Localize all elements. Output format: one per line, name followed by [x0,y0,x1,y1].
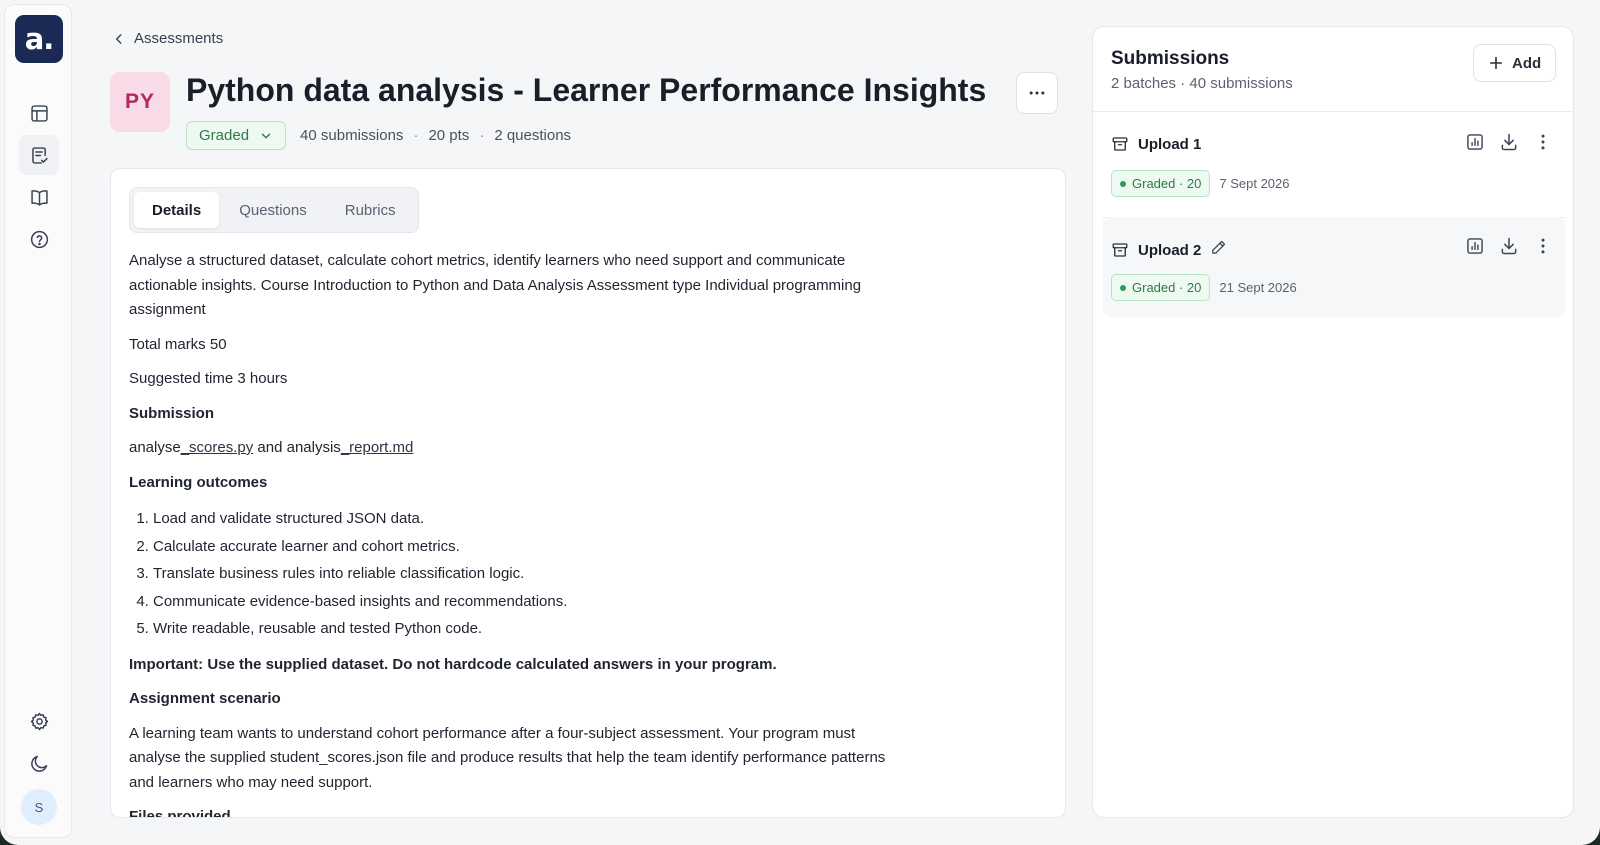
assessment-meta: Graded 40 submissions · 20 pts · 2 quest… [186,121,571,150]
analytics-button[interactable] [1465,132,1485,152]
status-dropdown[interactable]: Graded [186,121,287,150]
submission-text: analyse [129,439,181,456]
chevron-left-icon [115,33,122,44]
status-dot [1120,180,1126,187]
list-item: Calculate accurate learner and cohort me… [153,533,909,561]
status-badge: Graded · 20 [1111,170,1211,197]
batch-actions [1465,236,1553,256]
nav-library[interactable] [19,177,59,217]
batch-header: Upload 1 [1111,135,1201,153]
dashboard-icon [30,104,48,122]
download-button[interactable] [1499,236,1519,256]
course-badge: PY [110,72,170,132]
status-badge-label: Graded · 20 [1132,176,1202,191]
download-icon [1501,133,1517,151]
nav-assessments[interactable] [19,135,59,175]
status-label: Graded [199,127,250,144]
add-submission-button[interactable]: Add [1473,44,1557,82]
breadcrumb[interactable]: Assessments [112,30,223,47]
nav-dashboard[interactable] [19,93,59,133]
download-icon [1501,237,1517,255]
settings-icon [30,712,48,730]
scenario-heading: Assignment scenario [129,690,281,707]
app-window: a. S Assessments PY Python data analysis… [0,0,1600,845]
list-item: Communicate evidence-based insights and … [153,588,909,616]
important-note: Important: Use the supplied dataset. Do … [129,655,777,673]
question-count: 2 questions [494,127,572,144]
status-badge: Graded · 20 [1111,274,1211,301]
batch-actions [1465,132,1553,152]
add-label: Add [1512,54,1542,72]
details-card: Details Questions Rubrics Analyse a stru… [110,168,1066,818]
more-horizontal-icon [1029,91,1045,95]
outcomes-list: Load and validate structured JSON data. … [129,505,909,643]
submission-heading: Submission [129,404,215,422]
plus-icon [1489,56,1503,70]
tab-details[interactable]: Details [134,192,220,228]
book-icon [30,189,48,206]
file-link-report[interactable]: _report.md [341,439,414,456]
more-options-button[interactable] [1016,72,1058,114]
more-vertical-icon [1541,134,1545,150]
batch-item[interactable]: Upload 2 Graded · 20 21 Sept 2026 [1103,217,1565,317]
chart-icon [1467,238,1483,254]
separator: · [479,127,485,144]
divider [1093,111,1573,112]
files-heading: Files provided [129,808,231,818]
tab-bar: Details Questions Rubrics [129,187,419,233]
batch-name: Upload 1 [1138,135,1202,153]
submissions-subtitle: 2 batches · 40 submissions [1111,75,1293,92]
file-link-scores[interactable]: _scores.py [181,439,254,456]
batch-name: Upload 2 [1138,241,1202,259]
submission-text: and analysis [253,439,341,456]
intro-text: Analyse a structured dataset, calculate … [129,252,862,318]
list-item: Write readable, reusable and tested Pyth… [153,615,909,643]
chart-icon [1467,134,1483,150]
list-item: Load and validate structured JSON data. [153,505,909,533]
more-vertical-icon [1541,238,1545,254]
sidebar: a. S [4,4,72,838]
nav-settings[interactable] [19,701,59,741]
submissions-title: Submissions [1111,48,1230,69]
archive-icon [1112,243,1128,257]
total-marks: Total marks 50 [129,335,227,353]
batch-date: 21 Sept 2026 [1219,280,1297,295]
analytics-button[interactable] [1465,236,1485,256]
app-logo[interactable]: a. [15,15,63,63]
help-icon [30,230,48,248]
nav-theme-toggle[interactable] [19,743,59,783]
archive-icon [1112,137,1128,151]
batch-meta: Graded · 20 7 Sept 2026 [1111,170,1290,197]
outcomes-heading: Learning outcomes [129,473,268,491]
chevron-down-icon [261,133,271,138]
suggested-time: Suggested time 3 hours [129,370,288,387]
points: 20 pts [428,127,470,144]
status-badge-label: Graded · 20 [1132,280,1202,295]
submissions-panel: Submissions 2 batches · 40 submissions A… [1092,26,1574,818]
submission-count: 40 submissions [300,127,404,144]
tab-rubrics[interactable]: Rubrics [327,192,414,228]
batch-menu-button[interactable] [1533,236,1553,256]
rename-button[interactable] [1210,239,1227,261]
batch-item[interactable]: Upload 1 Graded · 20 7 Sept 2026 [1103,113,1565,213]
moon-icon [30,755,47,772]
separator: · [413,127,419,144]
assessments-icon [31,146,48,164]
pencil-icon [1212,240,1226,254]
batch-meta: Graded · 20 21 Sept 2026 [1111,274,1297,301]
tab-questions[interactable]: Questions [221,192,325,228]
avatar[interactable]: S [21,789,57,825]
breadcrumb-label: Assessments [134,30,224,47]
page-title: Python data analysis - Learner Performan… [186,72,987,108]
details-content: Analyse a structured dataset, calculate … [129,249,909,818]
nav-help[interactable] [19,219,59,259]
batch-header: Upload 2 [1111,239,1227,261]
batch-menu-button[interactable] [1533,132,1553,152]
submission-files: analyse_scores.py and analysis_report.md [129,436,909,461]
scenario-text: A learning team wants to understand coho… [129,724,886,791]
batch-date: 7 Sept 2026 [1219,176,1290,191]
list-item: Translate business rules into reliable c… [153,560,909,588]
status-dot [1120,284,1126,291]
download-button[interactable] [1499,132,1519,152]
